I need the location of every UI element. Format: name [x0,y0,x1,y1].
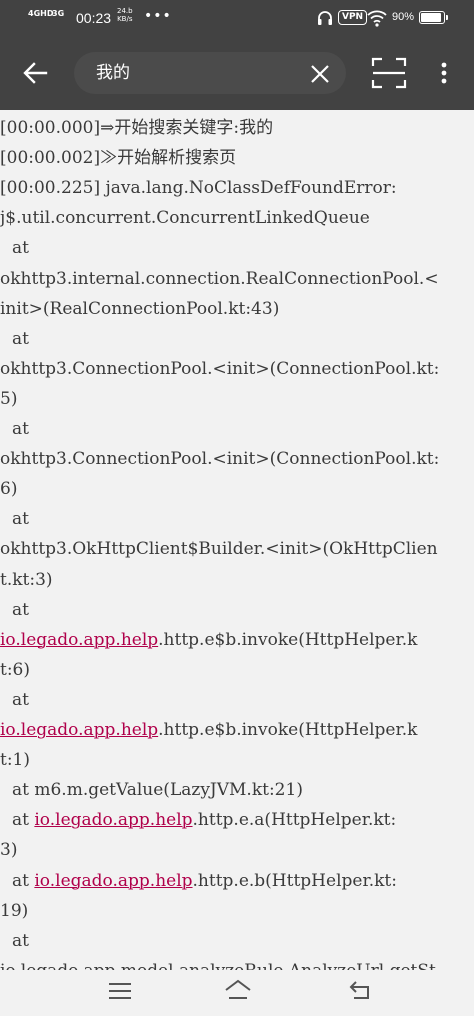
log-line: okhttp3.ConnectionPool.<init>(Connection… [0,354,474,384]
log-text: init>(RealConnectionPool.kt:43) [0,298,280,319]
log-text: 3) [0,840,18,861]
log-line: 6) [0,474,474,504]
log-line: init>(RealConnectionPool.kt:43) [0,294,474,324]
log-prefix: at [12,810,35,831]
log-text: okhttp3.internal.connection.RealConnecti… [0,268,439,289]
scan-icon[interactable] [370,56,408,90]
notification-dots: ••• [144,8,172,24]
toolbar: 我的 [0,36,474,110]
log-line: io.legado.app.help.http.e$b.invoke(HttpH… [0,625,474,655]
log-line: at io.legado.app.help.http.e.a(HttpHelpe… [0,805,474,835]
log-text: okhttp3.OkHttpClient$Builder.<init>(OkHt… [0,539,438,560]
log-line: [00:00.002]≫开始解析搜索页 [0,143,474,173]
back-arrow-icon[interactable] [16,58,56,88]
network-3g-indicator: 3G [52,9,65,18]
search-box[interactable]: 我的 [74,52,346,94]
log-line: io.legado.app.help.http.e$b.invoke(HttpH… [0,715,474,745]
log-line: 19) [0,896,474,926]
log-text: at [12,930,29,951]
more-vertical-icon[interactable] [434,58,454,88]
network-speed: 24.b KB/s [117,7,133,23]
log-text: [00:00.000]⇒开始搜索关键字:我的 [0,118,274,138]
log-line: 3) [0,835,474,865]
log-text: at [12,328,29,349]
log-prefix: at [12,870,35,891]
log-line: at [0,926,474,956]
log-text: at [12,419,29,439]
menu-icon[interactable] [106,980,134,1002]
clear-icon[interactable] [307,61,333,87]
log-text: 5) [0,388,18,409]
search-log: [00:00.000]⇒开始搜索关键字:我的 [00:00.002]≫开始解析搜索… [0,110,474,970]
wifi-icon [367,10,387,27]
log-line: at [0,324,474,354]
log-text: t:1) [0,750,31,771]
log-line: okhttp3.internal.connection.RealConnecti… [0,264,474,294]
log-line: t:1) [0,745,474,775]
log-line: at [0,685,474,715]
log-line: t:6) [0,655,474,685]
log-line: 5) [0,384,474,414]
log-text: .http.e$b.invoke(HttpHelper.k [158,629,418,650]
log-text: [00:00.002]≫开始解析搜索页 [0,148,237,169]
log-text: at [12,689,29,710]
log-text: at [12,509,29,530]
log-line: at [0,504,474,534]
log-text: at [12,599,29,620]
package-link[interactable]: io.legado.app.help [0,630,158,650]
status-time: 00:23 [76,10,112,26]
log-text: .http.e.a(HttpHelper.kt: [192,810,397,831]
log-line: at [0,414,474,444]
back-icon[interactable] [346,978,376,1002]
log-text: okhttp3.ConnectionPool.<init>(Connection… [0,449,440,470]
package-link[interactable]: io.legado.app.help [34,871,192,891]
log-text: t.kt:3) [0,569,53,590]
status-bar: 4GHD 3G 00:23 24.b KB/s ••• VPN 90% [0,0,474,36]
navigation-bar [0,970,474,1016]
log-line: at m6.m.getValue(LazyJVM.kt:21) [0,775,474,805]
log-line: okhttp3.OkHttpClient$Builder.<init>(OkHt… [0,534,474,564]
log-line: io.legado.app.model.analyzeRule.AnalyzeU… [0,956,474,970]
package-link[interactable]: io.legado.app.help [34,810,192,830]
log-text: at [12,238,29,259]
log-line: okhttp3.ConnectionPool.<init>(Connection… [0,444,474,474]
log-line: j$.util.concurrent.ConcurrentLinkedQueue [0,203,474,233]
headset-icon [318,11,332,25]
log-line: t.kt:3) [0,565,474,595]
log-line: at io.legado.app.help.http.e.b(HttpHelpe… [0,866,474,896]
log-line: at [0,595,474,625]
package-link[interactable]: io.legado.app.help [0,720,158,740]
log-text: .http.e$b.invoke(HttpHelper.k [158,720,418,740]
home-icon[interactable] [222,976,254,1004]
battery-fill [421,13,441,22]
log-text: [00:00.225] java.lang.NoClassDefFoundErr… [0,178,397,199]
log-text: t:6) [0,659,31,680]
search-input[interactable]: 我的 [96,62,130,84]
log-text: okhttp3.ConnectionPool.<init>(Connection… [0,358,440,379]
network-speed-unit: KB/s [117,15,133,23]
log-text: io.legado.app.model.analyzeRule.AnalyzeU… [0,961,436,970]
log-text: j$.util.concurrent.ConcurrentLinkedQueue [0,208,370,229]
battery-icon [419,11,448,24]
battery-percent: 90% [392,11,415,23]
log-text: at m6.m.getValue(LazyJVM.kt:21) [12,780,303,801]
log-line: [00:00.000]⇒开始搜索关键字:我的 [0,113,474,143]
log-line: [00:00.225] java.lang.NoClassDefFoundErr… [0,173,474,203]
network-4g-indicator: 4GHD [28,9,54,18]
log-text: 19) [0,900,29,921]
vpn-badge: VPN [338,10,368,25]
log-line: at [0,233,474,263]
log-text: 6) [0,479,18,500]
log-text: .http.e.b(HttpHelper.kt: [192,870,397,891]
network-speed-value: 24.b [117,7,133,15]
